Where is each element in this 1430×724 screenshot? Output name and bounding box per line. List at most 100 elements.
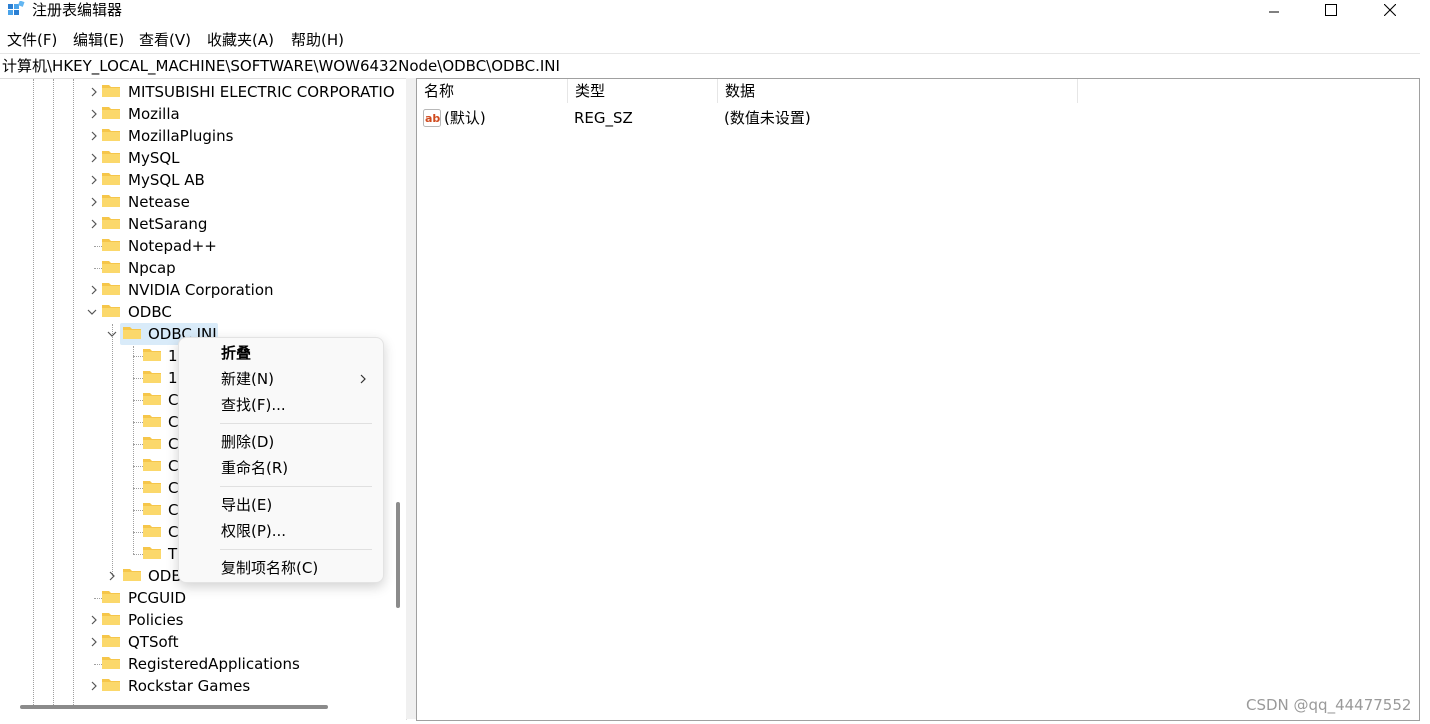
folder-open-icon bbox=[123, 327, 141, 339]
folder-icon bbox=[102, 261, 120, 273]
folder-icon bbox=[102, 107, 120, 119]
pane-splitter[interactable] bbox=[406, 78, 416, 719]
maximize-button[interactable] bbox=[1302, 0, 1360, 20]
folder-icon bbox=[143, 503, 161, 515]
folder-icon bbox=[143, 525, 161, 537]
value-row-name[interactable]: (默认) bbox=[444, 107, 486, 129]
folder-icon bbox=[102, 129, 120, 141]
chevron-right-icon[interactable] bbox=[88, 218, 100, 230]
chevron-right-icon[interactable] bbox=[88, 284, 100, 296]
chevron-right-icon[interactable] bbox=[88, 196, 100, 208]
chevron-right-icon[interactable] bbox=[88, 108, 100, 120]
column-header-type[interactable]: 类型 bbox=[568, 79, 718, 103]
folder-icon bbox=[102, 679, 120, 691]
minimize-icon bbox=[1269, 11, 1279, 13]
chevron-right-icon[interactable] bbox=[88, 680, 100, 692]
string-value-icon: ab bbox=[423, 109, 441, 127]
values-list-pane[interactable]: 名称 类型 数据 ab (默认) REG_SZ (数值未设置) bbox=[416, 78, 1420, 721]
chevron-right-icon[interactable] bbox=[106, 570, 118, 582]
tree-item-label: QTSoft bbox=[128, 633, 179, 651]
menu-file[interactable]: 文件(F) bbox=[7, 29, 57, 51]
tree-item-label: C bbox=[168, 413, 179, 431]
tree-item-label: Policies bbox=[128, 611, 184, 629]
folder-icon bbox=[102, 239, 120, 251]
tree-horizontal-scrollbar[interactable] bbox=[20, 705, 328, 709]
folder-icon bbox=[102, 591, 120, 603]
folder-icon bbox=[143, 415, 161, 427]
menu-edit[interactable]: 编辑(E) bbox=[73, 29, 124, 51]
folder-icon bbox=[143, 481, 161, 493]
chevron-down-icon[interactable] bbox=[106, 328, 118, 340]
tree-item-label: C bbox=[168, 391, 179, 409]
svg-text:ab: ab bbox=[425, 112, 440, 125]
address-bar[interactable]: 计算机\HKEY_LOCAL_MACHINE\SOFTWARE\WOW6432N… bbox=[0, 53, 1420, 78]
chevron-right-icon[interactable] bbox=[88, 614, 100, 626]
menu-item-collapse[interactable]: 折叠 bbox=[221, 343, 251, 363]
chevron-right-icon[interactable] bbox=[88, 86, 100, 98]
tree-item-label: C bbox=[168, 523, 179, 541]
tree-item-label: MySQL AB bbox=[128, 171, 205, 189]
tree-item-label: Mozilla bbox=[128, 105, 180, 123]
folder-icon bbox=[102, 657, 120, 669]
tree-item-label: C bbox=[168, 501, 179, 519]
menu-item-permissions[interactable]: 权限(P)... bbox=[221, 521, 286, 541]
menu-item-delete[interactable]: 删除(D) bbox=[221, 432, 274, 452]
menu-help[interactable]: 帮助(H) bbox=[291, 29, 344, 51]
tree-guide-line bbox=[53, 79, 54, 709]
minimize-button[interactable] bbox=[1245, 0, 1303, 20]
tree-guide-line bbox=[112, 324, 113, 576]
folder-icon bbox=[102, 151, 120, 163]
chevron-right-icon[interactable] bbox=[88, 636, 100, 648]
menu-item-find[interactable]: 查找(F)... bbox=[221, 395, 286, 415]
folder-icon bbox=[102, 613, 120, 625]
folder-icon bbox=[102, 85, 120, 97]
folder-icon bbox=[102, 195, 120, 207]
folder-icon bbox=[102, 635, 120, 647]
tree-item-label: C bbox=[168, 435, 179, 453]
address-path[interactable]: 计算机\HKEY_LOCAL_MACHINE\SOFTWARE\WOW6432N… bbox=[2, 56, 560, 76]
window-title: 注册表编辑器 bbox=[32, 1, 123, 19]
tree-guide-line bbox=[33, 79, 34, 709]
menu-favorites[interactable]: 收藏夹(A) bbox=[207, 29, 274, 51]
tree-item-label: ODBC bbox=[128, 303, 172, 321]
folder-icon bbox=[143, 393, 161, 405]
tree-item-label: MySQL bbox=[128, 149, 180, 167]
menu-item-copy-key-name[interactable]: 复制项名称(C) bbox=[221, 558, 318, 578]
tree-item-label: T bbox=[168, 545, 178, 563]
tree-item-label: Npcap bbox=[128, 259, 176, 277]
maximize-icon bbox=[1325, 4, 1337, 16]
close-button[interactable] bbox=[1361, 0, 1419, 20]
chevron-right-icon[interactable] bbox=[88, 130, 100, 142]
chevron-right-icon[interactable] bbox=[88, 174, 100, 186]
chevron-down-icon[interactable] bbox=[86, 306, 98, 318]
menu-separator bbox=[220, 549, 372, 550]
menu-item-export[interactable]: 导出(E) bbox=[221, 495, 272, 515]
menu-view[interactable]: 查看(V) bbox=[139, 29, 191, 51]
close-icon bbox=[1384, 4, 1396, 16]
tree-item-label: 1 bbox=[168, 369, 178, 387]
tree-item-label: MITSUBISHI ELECTRIC CORPORATIO bbox=[128, 83, 395, 101]
folder-icon bbox=[102, 283, 120, 295]
menu-item-rename[interactable]: 重命名(R) bbox=[221, 458, 288, 478]
tree-item-label: NVIDIA Corporation bbox=[128, 281, 274, 299]
column-header-data[interactable]: 数据 bbox=[718, 79, 1078, 103]
tree-item-label: C bbox=[168, 479, 179, 497]
tree-item-label: MozillaPlugins bbox=[128, 127, 234, 145]
tree-item-label: Rockstar Games bbox=[128, 677, 251, 695]
folder-icon bbox=[143, 437, 161, 449]
menu-separator bbox=[220, 486, 372, 487]
tree-item-label: Netease bbox=[128, 193, 190, 211]
column-header-name[interactable]: 名称 bbox=[417, 79, 568, 103]
menu-separator bbox=[220, 423, 372, 424]
context-menu: 折叠 新建(N) 查找(F)... 删除(D) 重命名(R) 导出(E) 权限(… bbox=[178, 337, 384, 583]
folder-icon bbox=[143, 349, 161, 361]
submenu-arrow-icon bbox=[360, 374, 366, 384]
chevron-right-icon[interactable] bbox=[88, 152, 100, 164]
watermark: CSDN @qq_44477552 bbox=[1246, 696, 1412, 714]
tree-vertical-scrollbar[interactable] bbox=[396, 502, 400, 608]
menu-item-new[interactable]: 新建(N) bbox=[221, 369, 274, 389]
tree-item-label: RegisteredApplications bbox=[128, 655, 300, 673]
tree-guide-line bbox=[73, 79, 74, 709]
tree-item-label: NetSarang bbox=[128, 215, 208, 233]
folder-open-icon bbox=[102, 305, 120, 317]
